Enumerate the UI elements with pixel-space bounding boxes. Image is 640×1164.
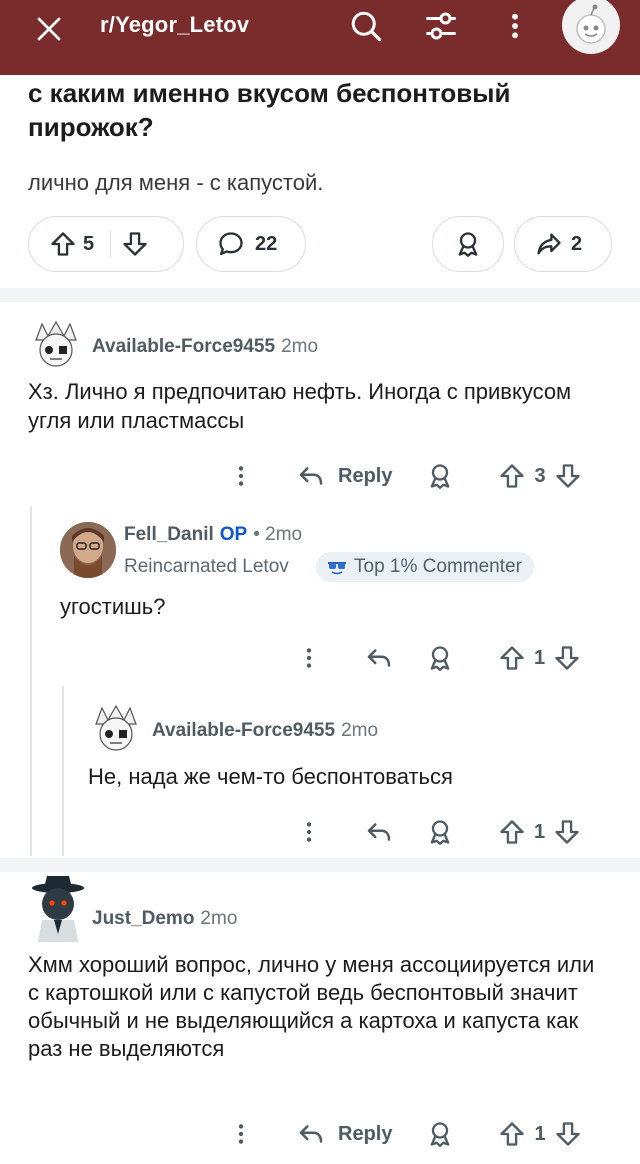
more-icon[interactable] [226, 1121, 256, 1147]
award-button[interactable] [432, 216, 504, 272]
upvote-icon[interactable] [498, 818, 526, 846]
comment-actions: 1 [294, 812, 604, 852]
close-icon[interactable] [28, 8, 70, 50]
share-count: 2 [571, 232, 583, 255]
downvote-icon[interactable] [554, 1120, 582, 1148]
vote-divider [110, 231, 112, 257]
more-icon[interactable] [294, 819, 324, 845]
comment-text: Хз. Лично я предпочитаю нефть. Иногда с … [28, 379, 572, 433]
user-avatar[interactable] [28, 874, 88, 942]
post-body: лично для меня - с капустой. [28, 170, 324, 195]
downvote-icon[interactable] [121, 230, 149, 258]
reply-icon[interactable] [364, 817, 394, 847]
comments-button[interactable]: 22 [196, 216, 306, 272]
reply-icon[interactable] [364, 643, 394, 673]
comment-vote-count: 1 [534, 1122, 546, 1145]
reply-button[interactable]: Reply [296, 461, 392, 491]
more-icon[interactable] [294, 645, 324, 671]
upvote-icon[interactable] [498, 462, 526, 490]
reply-icon [296, 1119, 326, 1149]
share-button[interactable]: 2 [514, 216, 612, 272]
upvote-icon[interactable] [49, 230, 77, 258]
section-divider [0, 288, 640, 302]
downvote-icon[interactable] [553, 644, 581, 672]
op-badge: OP [219, 524, 248, 545]
thread-line[interactable] [30, 506, 32, 856]
author-name[interactable]: Available-Force9455 [152, 720, 335, 741]
thread-line[interactable] [62, 686, 64, 856]
post-vote-pill: 5 [28, 216, 184, 272]
post-title[interactable]: с каким именно вкусом беспонтовый пирожо… [28, 76, 608, 144]
award-icon[interactable] [426, 818, 454, 846]
post-vote-count: 5 [83, 232, 95, 255]
search-icon[interactable] [344, 6, 388, 46]
comment-author[interactable]: Available-Force9455 2mo [152, 720, 378, 742]
user-avatar[interactable] [28, 318, 84, 374]
comment-time: 2mo [281, 336, 319, 357]
comment-vote-count: 1 [534, 646, 546, 669]
comment-vote-count: 3 [534, 464, 546, 487]
award-icon[interactable] [426, 462, 454, 490]
author-name[interactable]: Fell_Danil [124, 524, 214, 545]
comment-actions: Reply 3 [226, 456, 606, 496]
reply-label: Reply [338, 464, 393, 487]
comment-author[interactable]: Available-Force9455 2mo [92, 336, 318, 358]
comment-count: 22 [255, 232, 278, 255]
comment-text: Не, нада же чем-то беспонтоваться [88, 764, 453, 789]
reply-label: Reply [338, 1122, 393, 1145]
subreddit-title[interactable]: r/Yegor_Letov [100, 12, 249, 38]
comment-bubble-icon [217, 230, 245, 258]
author-name[interactable]: Just_Demo [92, 908, 194, 929]
downvote-icon[interactable] [553, 818, 581, 846]
comment-vote-count: 1 [534, 820, 546, 843]
badge-label: Top 1% Commenter [354, 556, 522, 577]
award-icon[interactable] [426, 1120, 454, 1148]
sunglasses-icon [328, 562, 346, 575]
comment-actions: Reply 1 [226, 1114, 606, 1154]
comment-time: 2mo [341, 720, 379, 741]
profile-avatar[interactable] [562, 0, 620, 54]
top-commenter-badge: Top 1% Commenter [316, 552, 534, 582]
comment-text: Хмм хороший вопрос, лично у меня ассоции… [28, 952, 595, 1061]
comment-text: угостишь? [60, 594, 166, 619]
section-divider [0, 858, 640, 872]
filter-icon[interactable] [419, 6, 463, 46]
reply-button[interactable]: Reply [296, 1119, 392, 1149]
downvote-icon[interactable] [554, 462, 582, 490]
comment-author[interactable]: Just_Demo 2mo [92, 908, 237, 930]
user-avatar[interactable] [60, 522, 116, 578]
more-icon[interactable] [226, 463, 256, 489]
comment-time: 2mo [200, 908, 238, 929]
upvote-icon[interactable] [498, 1120, 526, 1148]
comment-actions: 1 [294, 638, 604, 678]
top-bar: r/Yegor_Letov [0, 0, 640, 75]
comment-author[interactable]: Fell_Danil OP • 2mo [124, 524, 302, 546]
user-flair: Reincarnated Letov [124, 556, 289, 577]
author-name[interactable]: Available-Force9455 [92, 336, 275, 357]
upvote-icon[interactable] [498, 644, 526, 672]
user-avatar[interactable] [88, 702, 144, 758]
comment-time: • 2mo [253, 524, 303, 545]
award-icon [454, 230, 482, 258]
reply-icon [296, 461, 326, 491]
more-options-icon[interactable] [493, 6, 537, 46]
share-icon [535, 230, 563, 258]
award-icon[interactable] [426, 644, 454, 672]
